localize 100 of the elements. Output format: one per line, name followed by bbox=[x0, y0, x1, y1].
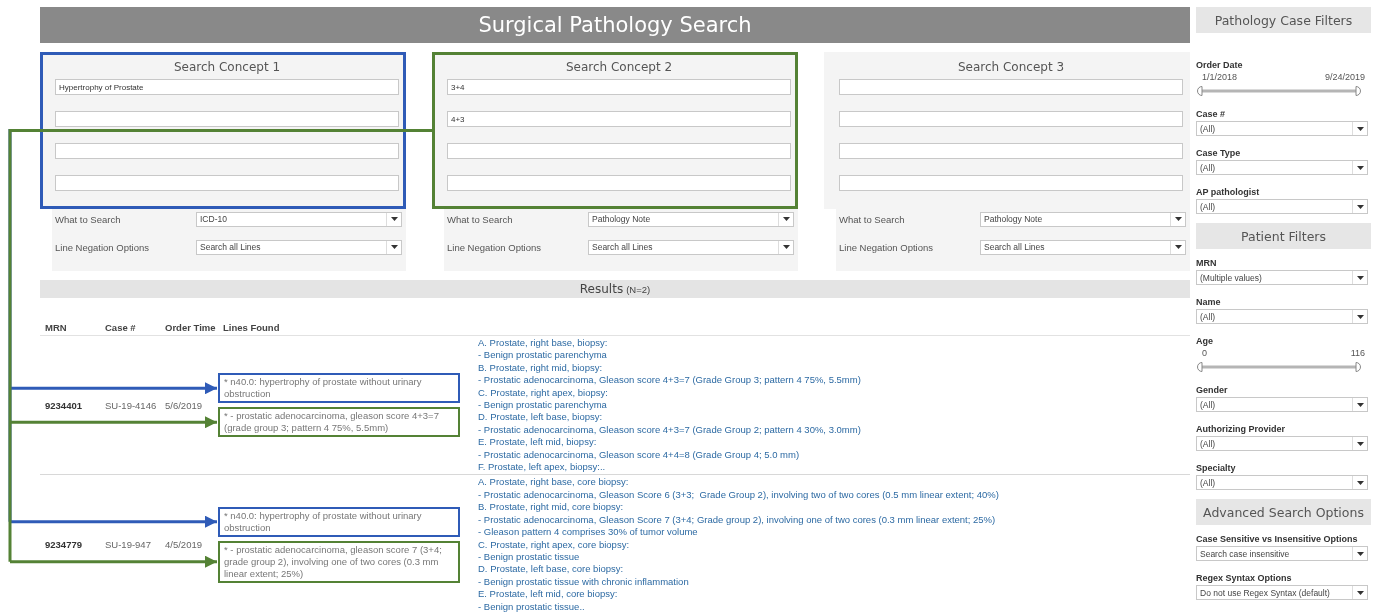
caret-icon bbox=[1356, 551, 1364, 556]
panel-heading: Search Concept 2 bbox=[564, 59, 674, 76]
option-label: Line Negation Options bbox=[447, 241, 541, 253]
option-label: Line Negation Options bbox=[839, 241, 933, 253]
note-line: E. Prostate, left mid, core biopsy: bbox=[478, 588, 619, 601]
note-line: A. Prostate, right base, core biopsy: bbox=[478, 476, 630, 489]
filter-label: MRN bbox=[1196, 257, 1218, 270]
dropdown[interactable]: Pathology Note bbox=[588, 211, 794, 227]
caret-icon bbox=[1174, 245, 1182, 249]
search-field[interactable]: 3+4 bbox=[447, 79, 791, 95]
note-line: B. Prostate, right mid, core biopsy: bbox=[478, 501, 625, 514]
search-field[interactable] bbox=[55, 175, 399, 191]
dropdown[interactable]: (All) bbox=[1196, 397, 1368, 412]
column-header: MRN bbox=[44, 322, 68, 333]
dropdown[interactable]: (All) bbox=[1196, 121, 1368, 136]
dropdown[interactable]: Do not use Regex Syntax (default) bbox=[1196, 585, 1368, 600]
caret-icon bbox=[1356, 480, 1364, 485]
note-line: - Benign prostatic parenchyma bbox=[478, 349, 608, 362]
search-field[interactable] bbox=[839, 111, 1183, 127]
note-line: D. Prostate, left base, biopsy: bbox=[478, 411, 604, 424]
option-label: What to Search bbox=[55, 213, 121, 225]
note-line: - Prostatic adenocarcinoma, Gleason score 4+4=8 (Grade Group 4; 5.0 mm) bbox=[478, 448, 801, 462]
note-line: A. Prostate, right base, biopsy: bbox=[478, 337, 609, 350]
search-field[interactable] bbox=[839, 143, 1183, 159]
filter-label: Age bbox=[1196, 335, 1214, 348]
section-header: Advanced Search Options bbox=[1196, 499, 1371, 525]
note-line: D. Prostate, left base, core biopsy: bbox=[478, 563, 625, 576]
panel-heading: Search Concept 1 bbox=[172, 59, 282, 76]
note-line: F. Prostate, left apex, biopsy:.. bbox=[478, 461, 607, 474]
dropdown[interactable]: (All) bbox=[1196, 199, 1368, 214]
table-cell-text: 9234401 bbox=[44, 399, 83, 411]
note-line: - Prostatic adenocarcinoma, Gleason score 4+3=7 (Grade Group 2; pattern 4 30%, 3.0mm) bbox=[478, 423, 862, 437]
search-field[interactable]: 4+3 bbox=[447, 111, 791, 127]
search-field[interactable] bbox=[447, 175, 791, 191]
table-cell-text: 4/5/2019 bbox=[164, 539, 203, 551]
caret-icon bbox=[1356, 165, 1364, 170]
range-value: 116 bbox=[1350, 348, 1365, 360]
caret-icon bbox=[1174, 217, 1182, 221]
dropdown[interactable]: Pathology Note bbox=[980, 211, 1186, 227]
range-slider[interactable] bbox=[1196, 85, 1362, 97]
search-field[interactable] bbox=[447, 143, 791, 159]
note-line: - Prostatic adenocarcinoma, Gleason score 4+3=7 (Grade Group 3; pattern 4 75%, 5.5mm) bbox=[478, 374, 862, 387]
dropdown[interactable]: ICD-10 bbox=[196, 211, 402, 227]
column-header: Lines Found bbox=[222, 322, 281, 333]
caret-icon bbox=[1356, 441, 1364, 446]
search-field[interactable] bbox=[55, 143, 399, 159]
note-line: - Benign prostatic tissue bbox=[478, 550, 581, 564]
search-field[interactable] bbox=[839, 175, 1183, 191]
column-header: Order Time bbox=[164, 322, 217, 333]
note-line: C. Prostate, right apex, core biopsy: bbox=[478, 538, 631, 551]
note-line: - Benign prostatic tissue with chronic inflammation bbox=[478, 575, 690, 589]
dropdown[interactable]: Search all Lines bbox=[980, 239, 1186, 255]
note-line: - Benign prostatic parenchyma bbox=[478, 399, 608, 412]
filter-label: Authorizing Provider bbox=[1196, 423, 1286, 436]
range-slider[interactable] bbox=[1196, 361, 1362, 373]
note-line: - Prostatic adenocarcinoma, Gleason Score 6 (3+3; Grade Group 2), involving two of two cores (0.5 mm linear extent; 40%) bbox=[478, 488, 1000, 502]
dropdown[interactable]: Search all Lines bbox=[196, 239, 402, 255]
caret-icon bbox=[1356, 275, 1364, 280]
table-cell-text: 9234779 bbox=[44, 539, 83, 551]
caret-icon bbox=[1356, 590, 1364, 595]
caret-icon bbox=[1356, 204, 1364, 209]
option-label: What to Search bbox=[447, 213, 513, 225]
option-label: What to Search bbox=[839, 213, 905, 225]
dropdown[interactable]: Search case insensitive bbox=[1196, 546, 1368, 561]
search-field[interactable] bbox=[839, 79, 1183, 95]
filter-label: AP pathologist bbox=[1196, 186, 1261, 199]
dropdown[interactable]: (Multiple values) bbox=[1196, 270, 1368, 285]
section-header: Patient Filters bbox=[1196, 223, 1371, 249]
section-header: Pathology Case Filters bbox=[1196, 7, 1371, 33]
column-header: Case # bbox=[104, 322, 137, 333]
filter-label: Name bbox=[1196, 296, 1222, 309]
filter-label: Case Sensitive vs Insensitive Options bbox=[1196, 533, 1359, 546]
caret-icon bbox=[390, 245, 398, 249]
filter-label: Case # bbox=[1196, 108, 1227, 121]
filter-label: Gender bbox=[1196, 384, 1229, 397]
search-field[interactable] bbox=[55, 111, 399, 127]
title-bar: Surgical Pathology Search bbox=[40, 7, 1190, 43]
table-cell-text: SU-19-947 bbox=[104, 539, 152, 551]
table-cell-text: 5/6/2019 bbox=[164, 399, 203, 411]
range-value: 0 bbox=[1202, 348, 1207, 360]
dropdown[interactable]: (All) bbox=[1196, 309, 1368, 324]
table-cell-text: SU-19-4146 bbox=[104, 399, 158, 411]
range-value: 9/24/2019 bbox=[1324, 72, 1365, 84]
dropdown[interactable]: (All) bbox=[1196, 436, 1368, 451]
dropdown[interactable]: (All) bbox=[1196, 160, 1368, 175]
note-line: C. Prostate, right apex, biopsy: bbox=[478, 386, 609, 400]
filter-label: Order Date bbox=[1196, 59, 1244, 72]
caret-icon bbox=[782, 245, 790, 249]
dropdown[interactable]: Search all Lines bbox=[588, 239, 794, 255]
caret-icon bbox=[1356, 126, 1364, 131]
option-label: Line Negation Options bbox=[55, 241, 149, 253]
caret-icon bbox=[1356, 402, 1364, 407]
caret-icon bbox=[390, 217, 398, 221]
results-title: Results bbox=[579, 282, 624, 296]
dropdown[interactable]: (All) bbox=[1196, 475, 1368, 490]
search-field[interactable]: Hypertrophy of Prostate bbox=[55, 79, 399, 95]
caret-icon bbox=[1356, 314, 1364, 319]
result-count: (N=2) bbox=[626, 283, 651, 295]
caret-icon bbox=[782, 217, 790, 221]
note-line: - Prostatic adenocarcinoma, Gleason Score 7 (3+4; Grade group 2), involving one of two cores (0.3 mm linear extent; 25%) bbox=[478, 513, 997, 527]
